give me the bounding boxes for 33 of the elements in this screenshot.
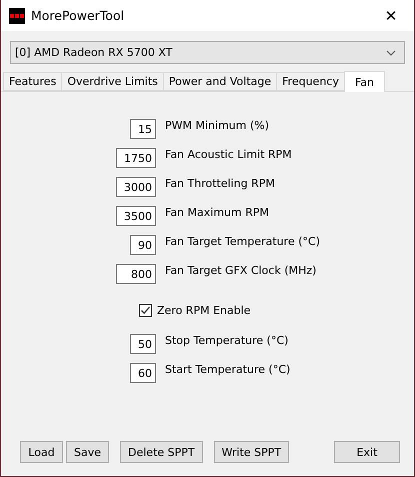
checkbox[interactable] [139, 304, 152, 316]
setting-label: Fan Maximum RPM [165, 206, 269, 219]
tab[interactable]: Power and Voltage [162, 72, 276, 91]
action-button[interactable]: Load [20, 441, 63, 463]
action-button[interactable]: Exit [334, 441, 400, 463]
number-field[interactable]: 15 [130, 119, 156, 139]
action-button[interactable]: Save [66, 441, 110, 463]
tab[interactable]: Overdrive Limits [61, 72, 163, 91]
number-field[interactable]: 3500 [116, 206, 156, 226]
tab[interactable]: Frequency [276, 72, 344, 91]
checkbox-label: Zero RPM Enable [157, 304, 251, 316]
setting-label: Stop Temperature (°C) [165, 334, 288, 347]
action-button[interactable]: Write SPPT [214, 441, 290, 463]
setting-label: Start Temperature (°C) [165, 363, 290, 376]
tab[interactable]: Fan [344, 71, 385, 92]
device-dropdown[interactable]: [0] AMD Radeon RX 5700 XT [10, 41, 405, 64]
number-field[interactable]: 800 [116, 264, 156, 284]
number-field[interactable]: 3000 [116, 177, 156, 197]
number-field[interactable]: 90 [130, 235, 156, 255]
setting-label: PWM Minimum (%) [165, 119, 270, 132]
setting-label: Fan Target GFX Clock (MHz) [165, 264, 316, 277]
setting-label: Fan Throtteling RPM [165, 177, 275, 190]
app-logo-icon [9, 8, 25, 24]
chevron-down-icon [386, 50, 396, 56]
tab[interactable]: Features [3, 72, 62, 91]
action-button[interactable]: Delete SPPT [120, 441, 203, 463]
window-title: MorePowerTool [31, 8, 126, 23]
number-field[interactable]: 50 [130, 334, 156, 354]
close-button[interactable]: ✕ [368, 0, 414, 31]
setting-label: Fan Acoustic Limit RPM [165, 148, 292, 161]
number-field[interactable]: 1750 [116, 148, 156, 168]
setting-label: Fan Target Temperature (°C) [165, 235, 320, 248]
number-field[interactable]: 60 [130, 363, 156, 383]
